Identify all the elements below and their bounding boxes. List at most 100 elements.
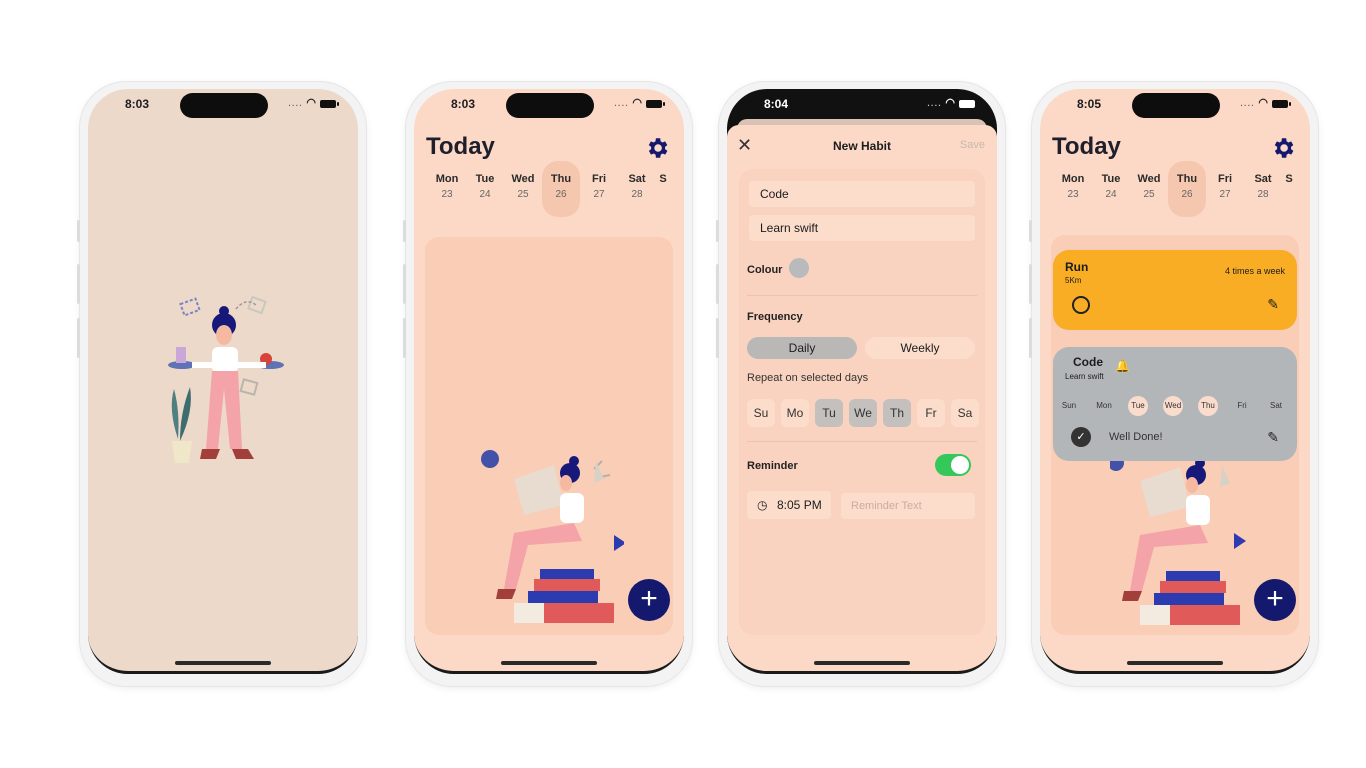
- signal-icon: ····: [614, 101, 630, 110]
- edit-pencil-icon[interactable]: ✎: [1267, 429, 1279, 446]
- status-icons: ···· ◠: [927, 97, 978, 110]
- reminder-toggle[interactable]: [935, 454, 971, 476]
- status-bar: 8:04 ···· ◠: [727, 89, 997, 119]
- day-wed[interactable]: Wed 25: [1130, 161, 1168, 217]
- dynamic-island: [506, 93, 594, 118]
- reminder-time-picker[interactable]: ◷ 8:05 PM: [747, 491, 831, 519]
- phone-new-habit: 8:04 ···· ◠ ✕ New Habit Save Code Learn …: [716, 82, 1005, 686]
- juggling-woman-illustration: [168, 295, 284, 463]
- settings-gear-icon[interactable]: [1270, 135, 1296, 161]
- frequency-label: Frequency: [747, 311, 803, 323]
- save-button[interactable]: Save: [960, 139, 985, 151]
- day-sun-partial[interactable]: S: [1282, 161, 1296, 217]
- volume-down-button: [403, 318, 406, 358]
- today-screen: 8:03 ···· ◠ Today Mon 23 Tue 24 Wed 25 Thu 2…: [414, 89, 684, 674]
- weekday-th-selected[interactable]: Th: [883, 399, 911, 427]
- day-fri[interactable]: Fri 27: [580, 161, 618, 217]
- weekday-tu-selected[interactable]: Tu: [815, 399, 843, 427]
- new-habit-screen: 8:04 ···· ◠ ✕ New Habit Save Code Learn …: [727, 89, 997, 674]
- reading-woman-illustration: [481, 450, 624, 623]
- habit-title: Code: [1073, 355, 1103, 369]
- sheet: ✕ New Habit Save Code Learn swift Colour…: [727, 125, 997, 671]
- volume-up-button: [716, 264, 719, 304]
- day-sat[interactable]: Sat 28: [618, 161, 656, 217]
- weekday-sun: Sun: [1061, 401, 1077, 410]
- volume-down-button: [716, 318, 719, 358]
- phone-today-habits: 8:05 ···· ◠ Today Mon 23 Tue 24 Wed 25 Thu 2…: [1029, 82, 1318, 686]
- mute-switch: [716, 220, 719, 242]
- splash-screen: 8:03 ···· ◠: [88, 89, 358, 674]
- sheet-title: New Habit: [832, 139, 891, 153]
- day-tue[interactable]: Tue 24: [1092, 161, 1130, 217]
- checkmark-icon[interactable]: ✓: [1071, 427, 1091, 447]
- weekday-sa[interactable]: Sa: [951, 399, 979, 427]
- complete-circle-icon[interactable]: [1072, 296, 1090, 314]
- add-habit-button[interactable]: +: [1254, 579, 1296, 621]
- volume-up-button: [403, 264, 406, 304]
- weekday-fri: Fri: [1237, 401, 1247, 410]
- day-mon[interactable]: Mon 23: [1054, 161, 1092, 217]
- weekday-mo[interactable]: Mo: [781, 399, 809, 427]
- add-habit-button[interactable]: +: [628, 579, 670, 621]
- daily-option[interactable]: Daily: [747, 337, 857, 359]
- habit-subtitle: Learn swift: [1065, 372, 1104, 381]
- battery-icon: [959, 99, 978, 108]
- weekday-tue-active: Tue: [1128, 396, 1148, 416]
- battery-icon: [320, 99, 339, 108]
- wifi-icon: ◠: [945, 97, 955, 109]
- status-time: 8:03: [125, 97, 150, 111]
- form-card: Code Learn swift Colour Frequency Daily …: [739, 169, 985, 635]
- wifi-icon: ◠: [306, 97, 316, 109]
- habit-card-run[interactable]: Run 5Km 4 times a week ✎: [1053, 250, 1297, 330]
- day-thu-selected[interactable]: Thu 26: [542, 161, 580, 217]
- colour-label: Colour: [747, 264, 783, 276]
- signal-icon: ····: [927, 101, 943, 110]
- today-screen: 8:05 ···· ◠ Today Mon 23 Tue 24 Wed 25 Thu 2…: [1040, 89, 1310, 674]
- habit-name-input[interactable]: Code: [749, 181, 975, 207]
- habit-card-code[interactable]: Code Learn swift 🔔 Sun Mon Tue Wed Thu F…: [1053, 347, 1297, 461]
- habit-frequency: 4 times a week: [1224, 266, 1285, 276]
- week-day-strip: Mon 23 Tue 24 Wed 25 Thu 26 Fri 27 Sat 28 S: [428, 161, 684, 217]
- settings-gear-icon[interactable]: [644, 135, 670, 161]
- habit-description-input[interactable]: Learn swift: [749, 215, 975, 241]
- reminder-text-input[interactable]: Reminder Text: [841, 493, 975, 519]
- status-icons: ···· ◠: [1240, 97, 1291, 110]
- weekly-option[interactable]: Weekly: [865, 337, 975, 359]
- weekday-we-selected[interactable]: We: [849, 399, 877, 427]
- day-sat[interactable]: Sat 28: [1244, 161, 1282, 217]
- battery-icon: [646, 99, 665, 108]
- day-thu-selected[interactable]: Thu 26: [1168, 161, 1206, 217]
- signal-icon: ····: [288, 101, 304, 110]
- weekday-wed-active: Wed: [1163, 396, 1183, 416]
- day-mon[interactable]: Mon 23: [428, 161, 466, 217]
- status-bar: 8:05 ···· ◠: [1040, 89, 1310, 119]
- status-time: 8:05: [1077, 97, 1102, 111]
- clock-icon: ◷: [757, 498, 768, 512]
- page-title: Today: [426, 133, 495, 160]
- day-fri[interactable]: Fri 27: [1206, 161, 1244, 217]
- home-indicator: [501, 661, 597, 665]
- week-day-strip: Mon 23 Tue 24 Wed 25 Thu 26 Fri 27 Sat 28 S: [1054, 161, 1310, 217]
- phone-today-empty: 8:03 ···· ◠ Today Mon 23 Tue 24 Wed 25 Thu 2…: [403, 82, 692, 686]
- reminder-label: Reminder: [747, 460, 798, 472]
- weekday-sat: Sat: [1269, 401, 1282, 410]
- weekday-su[interactable]: Su: [747, 399, 775, 427]
- status-time: 8:04: [764, 97, 789, 111]
- well-done-text: Well Done!: [1109, 431, 1163, 443]
- day-sun-partial[interactable]: S: [656, 161, 670, 217]
- battery-icon: [1272, 99, 1291, 108]
- page-title: Today: [1052, 133, 1121, 160]
- status-icons: ···· ◠: [614, 98, 665, 110]
- day-wed[interactable]: Wed 25: [504, 161, 542, 217]
- home-indicator: [175, 661, 271, 665]
- day-tue[interactable]: Tue 24: [466, 161, 504, 217]
- home-indicator: [814, 661, 910, 665]
- status-time: 8:03: [451, 97, 476, 111]
- divider: [747, 295, 977, 296]
- wifi-icon: ◠: [1258, 97, 1268, 109]
- weekday-fr[interactable]: Fr: [917, 399, 945, 427]
- colour-swatch[interactable]: [789, 258, 809, 278]
- edit-pencil-icon[interactable]: ✎: [1267, 296, 1279, 313]
- volume-up-button: [77, 264, 80, 304]
- volume-down-button: [77, 318, 80, 358]
